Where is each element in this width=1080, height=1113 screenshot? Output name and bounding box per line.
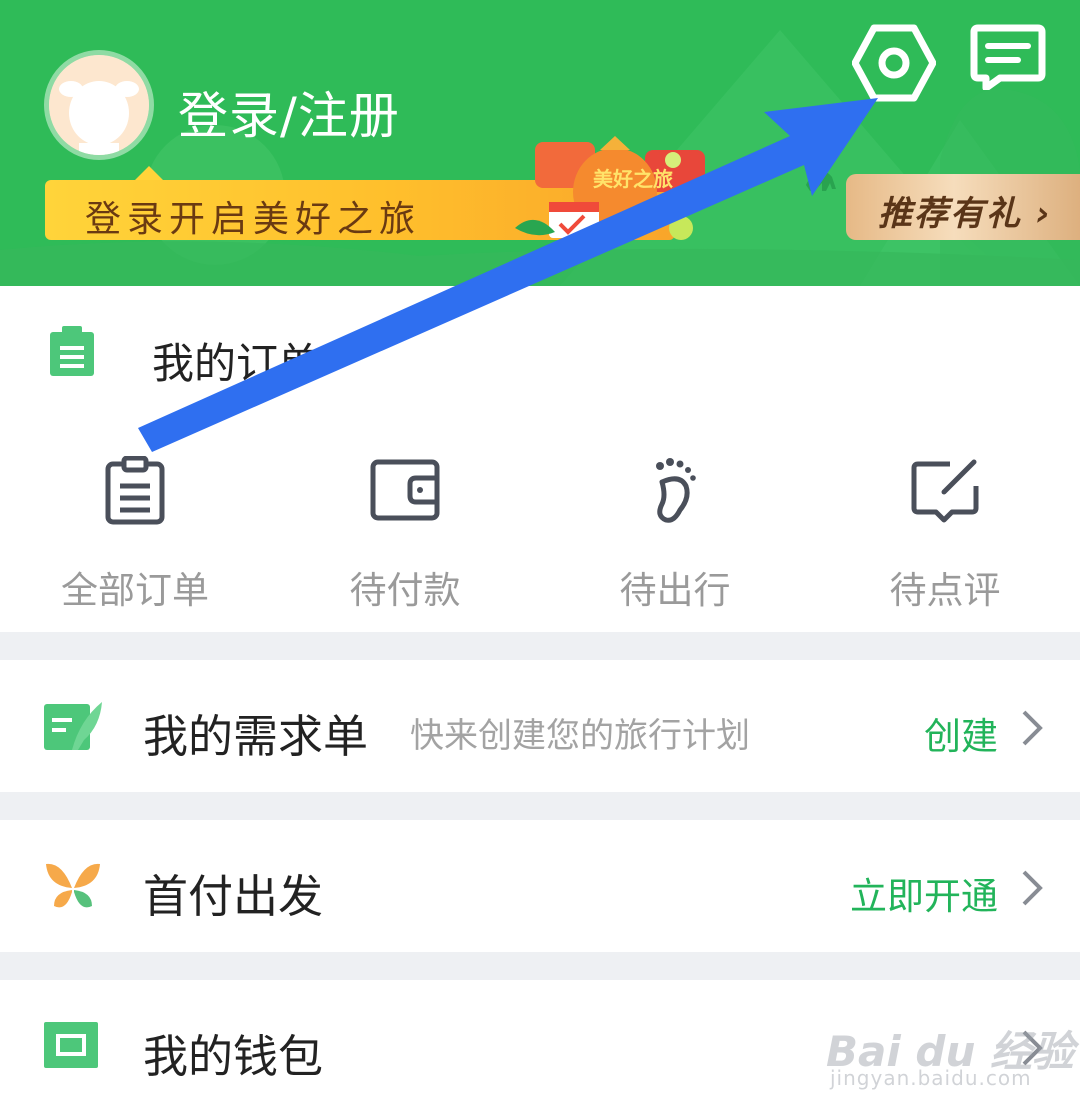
profile-header: 登录/注册 登录开启美好之旅 美好之旅 推荐有礼 › — [0, 0, 1080, 286]
demand-note-icon — [44, 702, 102, 750]
svg-text:美好之旅: 美好之旅 — [593, 167, 673, 191]
orders-title: 我的订单 — [152, 339, 321, 388]
order-tab-label: 全部订单 — [61, 569, 209, 612]
chevron-right-icon — [1022, 870, 1043, 906]
chevron-right-icon — [1022, 710, 1043, 746]
avatar[interactable] — [44, 50, 154, 160]
create-demand-link[interactable]: 创建 — [924, 706, 998, 760]
demand-list-row[interactable]: 我的需求单 快来创建您的旅行计划 创建 — [0, 660, 1080, 792]
watermark-url: jingyan.baidu.com — [830, 1066, 1032, 1090]
message-button[interactable] — [970, 24, 1046, 92]
login-promo-banner[interactable]: 登录开启美好之旅 美好之旅 — [45, 136, 705, 240]
order-tab-pending-review[interactable]: 待点评 — [845, 456, 1045, 612]
order-tab-label: 待付款 — [349, 569, 461, 612]
order-tab-pending-payment[interactable]: 待付款 — [305, 456, 505, 612]
first-pay-row[interactable]: 首付出发 立即开通 — [0, 820, 1080, 952]
settings-hexagon-icon — [851, 24, 937, 102]
gift-bag-icon: 美好之旅 — [515, 136, 705, 240]
order-tab-all[interactable]: 全部订单 — [35, 456, 235, 612]
message-icon — [970, 24, 1046, 92]
first-pay-title: 首付出发 — [143, 870, 324, 923]
butterfly-icon — [46, 863, 100, 908]
my-orders-card: 我的订单 全部订单 待付款 待出行 待点评 — [0, 286, 1080, 632]
footprint-icon — [656, 458, 696, 523]
order-tab-pending-travel[interactable]: 待出行 — [575, 456, 775, 612]
demand-title: 我的需求单 — [143, 710, 369, 763]
login-register-link[interactable]: 登录/注册 — [178, 76, 400, 148]
comment-edit-icon — [911, 459, 979, 523]
orders-clipboard-icon — [50, 326, 94, 376]
order-tab-label: 待点评 — [889, 569, 1001, 612]
cow-avatar-icon — [49, 55, 149, 155]
clipboard-icon — [105, 456, 165, 525]
recommend-reward-button[interactable]: 推荐有礼 › — [846, 174, 1080, 240]
demand-subtitle: 快来创建您的旅行计划 — [410, 716, 750, 756]
banner-text: 登录开启美好之旅 — [85, 199, 422, 240]
settings-button[interactable] — [851, 24, 937, 102]
wallet-card-icon — [44, 1022, 98, 1068]
wallet-title: 我的钱包 — [143, 1030, 324, 1083]
order-tab-label: 待出行 — [619, 569, 731, 612]
baidu-jingyan-watermark: Bai du 经验 jingyan.baidu.com — [826, 990, 1076, 1090]
activate-now-link[interactable]: 立即开通 — [850, 866, 998, 920]
recommend-reward-label: 推荐有礼 › — [878, 194, 1052, 234]
wallet-icon — [370, 459, 440, 521]
